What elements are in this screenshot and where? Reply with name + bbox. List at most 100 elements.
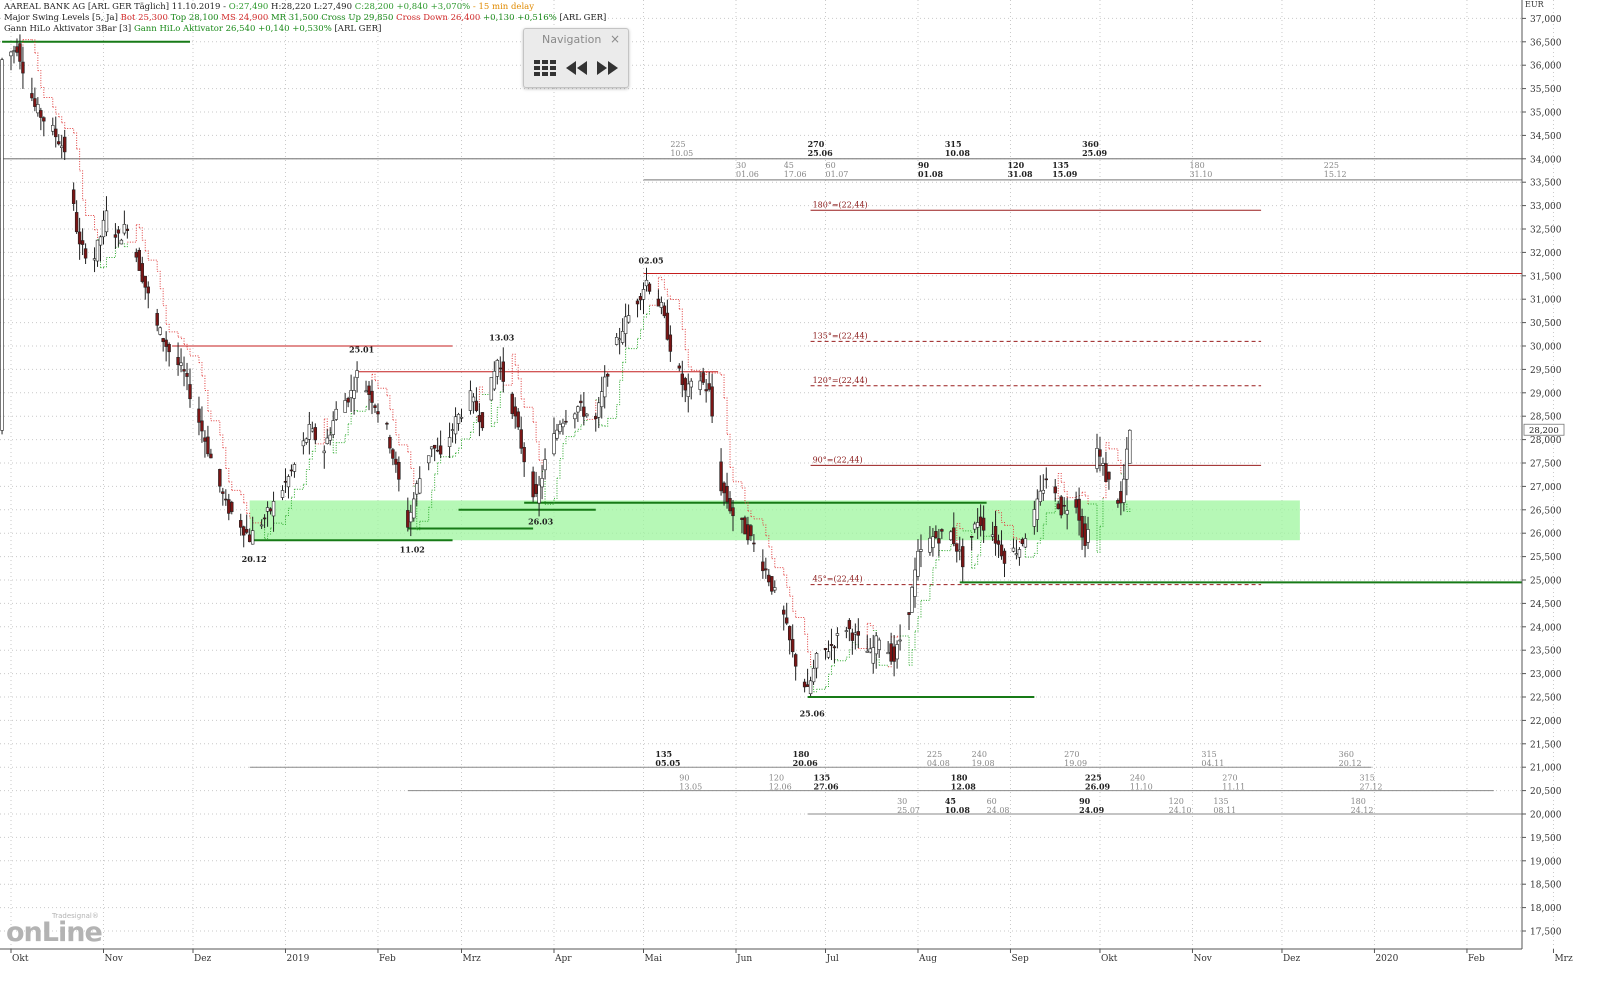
candle-body <box>334 408 338 420</box>
price-chart[interactable]: 22510.0527025.0631510.0836025.093001.064… <box>0 0 1597 983</box>
y-tick-label: 26,000 <box>1530 530 1562 540</box>
header-segment: Cross Down 26,400 <box>393 13 481 23</box>
candle-body <box>895 644 899 660</box>
header-segment: Cross Up 29,850 <box>318 13 394 23</box>
y-tick-label: 34,500 <box>1530 132 1562 142</box>
candle-body <box>101 219 106 238</box>
header-line-1: AAREAL BANK AG [ARL GER Täglich] 11.10.2… <box>4 2 534 13</box>
candle-body <box>1014 553 1019 556</box>
candle-body <box>167 344 171 353</box>
candle-body <box>1074 499 1078 508</box>
time-cycle-degree: 30 <box>736 161 746 170</box>
candle-body <box>704 389 708 392</box>
candle-body <box>764 568 768 571</box>
close-icon[interactable]: × <box>610 32 620 46</box>
candle-body <box>280 490 285 498</box>
y-tick-label: 37,000 <box>1530 15 1562 25</box>
gann-angle-label: 90°=(22,44) <box>813 455 863 464</box>
time-cycle-date: 20.06 <box>793 758 818 768</box>
candle-body <box>450 429 455 431</box>
time-cycle-degree: 180 <box>1351 797 1366 806</box>
rewind-icon[interactable] <box>564 57 590 79</box>
candle-body <box>543 459 547 471</box>
header-segment: MR 31,500 <box>268 13 319 23</box>
candle-body <box>367 385 371 395</box>
candle-body <box>635 300 640 305</box>
candle-body <box>54 128 58 138</box>
candle-body <box>680 373 684 385</box>
candle-body <box>811 667 816 683</box>
candle-body <box>677 365 682 369</box>
candle-body <box>773 587 777 591</box>
time-cycle-degree: 270 <box>1064 750 1079 759</box>
candle-body <box>558 424 562 432</box>
time-cycle-date: 25.07 <box>897 806 920 815</box>
candle-body <box>155 313 159 326</box>
candle-body <box>474 400 479 411</box>
candle-body <box>265 507 270 512</box>
candle-body <box>250 530 255 545</box>
candle-body <box>1038 490 1043 502</box>
candle-body <box>397 461 401 480</box>
y-tick-label: 28,500 <box>1530 413 1562 423</box>
candle-body <box>1104 463 1108 482</box>
x-tick-label: Jun <box>736 954 752 964</box>
header-segment: C:28,200 +0,840 +3,070% <box>354 2 471 12</box>
candle-body <box>262 517 267 520</box>
candle-body <box>582 406 586 417</box>
time-cycle-date: 27.06 <box>814 782 839 792</box>
time-cycle-date: 24.08 <box>987 806 1010 815</box>
candle-body <box>871 647 875 664</box>
candle-body <box>447 437 452 447</box>
candle-body <box>412 498 416 519</box>
candle-body <box>1125 448 1129 480</box>
x-tick-label: 2020 <box>1375 954 1398 964</box>
candle-body <box>644 279 649 287</box>
time-cycle-date: 13.05 <box>679 783 702 792</box>
candle-body <box>916 550 920 577</box>
candle-body <box>206 436 210 455</box>
candle-body <box>1065 510 1069 515</box>
candle-body <box>961 546 965 568</box>
time-cycle-degree: 45 <box>784 161 794 170</box>
x-tick-label: Nov <box>104 954 123 964</box>
x-tick-label: Dez <box>1283 954 1301 964</box>
time-cycle-degree: 90 <box>679 774 689 783</box>
time-cycle-date: 11.10 <box>1130 783 1153 792</box>
navigation-panel[interactable]: Navigation × <box>523 28 629 88</box>
candle-body <box>1080 516 1084 538</box>
y-tick-label: 27,500 <box>1530 460 1562 470</box>
fast-forward-icon[interactable] <box>594 57 620 79</box>
candle-body <box>940 529 944 532</box>
candle-body <box>364 390 368 393</box>
candle-body <box>850 632 855 641</box>
y-tick-label: 22,000 <box>1530 717 1562 727</box>
time-cycle-date: 05.05 <box>655 758 680 768</box>
candle-body <box>415 483 419 495</box>
candle-body <box>1053 486 1057 494</box>
candle-body <box>1086 529 1090 543</box>
header-segment: Major Swing Levels [5, Ja] <box>4 13 121 23</box>
candle-body <box>188 384 192 400</box>
candle-body <box>913 569 917 597</box>
candle-body <box>328 434 332 441</box>
candle-body <box>197 408 201 423</box>
candle-body <box>787 626 792 641</box>
candle-body <box>239 520 243 528</box>
y-tick-label: 35,000 <box>1530 109 1562 119</box>
y-tick-label: 19,500 <box>1530 834 1562 844</box>
candle-body <box>770 576 774 592</box>
candle-body <box>1083 523 1087 546</box>
candle-body <box>244 528 249 533</box>
header-segment: [ARL GER] <box>331 24 382 34</box>
grid-icon[interactable] <box>532 57 558 79</box>
candle-body <box>793 654 798 667</box>
candle-body <box>868 648 872 653</box>
candle-body <box>561 422 565 428</box>
candle-body <box>537 484 541 504</box>
time-cycle-degree: 120 <box>769 774 784 783</box>
candle-body <box>0 59 4 431</box>
time-cycle-date: 10.05 <box>670 149 693 158</box>
time-cycle-date: 31.10 <box>1189 170 1212 179</box>
candle-body <box>435 449 440 452</box>
